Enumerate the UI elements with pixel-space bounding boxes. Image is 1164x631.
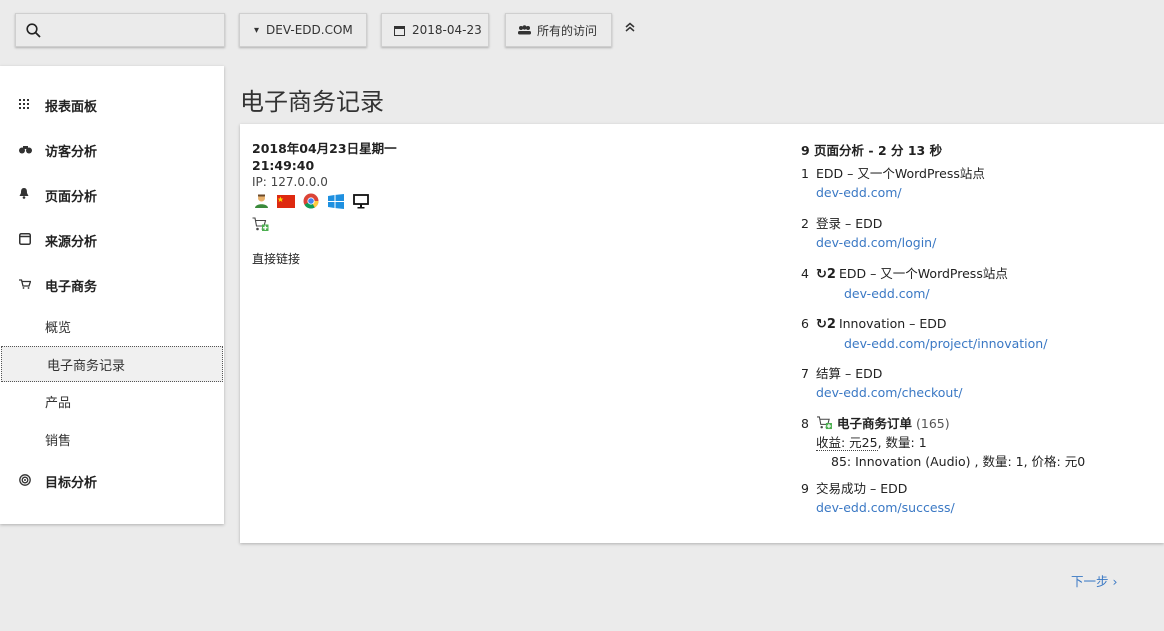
sidebar-subitem-overview[interactable]: 概览 <box>0 308 224 344</box>
visit-datetime: 2018年04月23日星期一 21:49:40 <box>252 140 402 174</box>
action-item: 2 登录 – EDD dev-edd.com/login/ <box>801 214 936 252</box>
sidebar-item-label: 页面分析 <box>45 189 98 205</box>
chrome-icon <box>302 193 320 209</box>
segment-label: 所有的访问 <box>537 23 598 38</box>
sidebar-item-referrers[interactable]: 来源分析 <box>0 222 224 258</box>
visitor-profile-icon[interactable] <box>252 193 270 209</box>
windows-icon <box>327 193 345 209</box>
sidebar-subitem-ecommerce-log[interactable]: 电子商务记录 <box>1 346 223 382</box>
sidebar-item-goals[interactable]: 目标分析 <box>0 463 224 499</box>
visit-time: 21:49:40 <box>252 158 315 173</box>
reload-count: 2 <box>826 267 836 282</box>
reload-icon: ↻2 <box>816 317 836 332</box>
collapse-toggle[interactable] <box>625 22 635 35</box>
segment-selector[interactable]: 所有的访问 <box>505 13 612 47</box>
order-id: (165) <box>916 416 950 431</box>
action-url[interactable]: dev-edd.com/ <box>801 183 985 202</box>
action-title: 登录 – EDD <box>816 216 883 231</box>
order-line-item: 85: Innovation (Audio) , 数量: 1, 价格: 元0 <box>831 454 1086 469</box>
sidebar-item-visitors[interactable]: 访客分析 <box>0 132 224 168</box>
visitor-icons <box>252 193 370 209</box>
bell-icon <box>0 188 45 202</box>
grid-icon <box>0 98 45 112</box>
action-number: 2 <box>801 216 809 231</box>
sidebar: 报表面板 访客分析 页面分析 来源分析 电子商务 概览 电子商务记录 产品 销售… <box>0 66 224 524</box>
referrer-text: 直接链接 <box>252 252 301 266</box>
sidebar-subitem-sales[interactable]: 销售 <box>0 421 224 457</box>
action-number: 4 <box>801 266 809 281</box>
order-revenue: 收益: 元25, 数量: 1 <box>801 433 1085 452</box>
site-label: DEV-EDD.COM <box>266 23 353 37</box>
date-selector[interactable]: 2018-04-23 <box>381 13 489 47</box>
action-url[interactable]: dev-edd.com/login/ <box>801 233 936 252</box>
action-number: 8 <box>801 416 809 431</box>
target-icon <box>0 473 45 489</box>
action-title: Innovation – EDD <box>838 316 947 331</box>
site-selector[interactable]: ▾ DEV-EDD.COM <box>239 13 367 47</box>
action-number: 7 <box>801 366 809 381</box>
order-title: 电子商务订单 <box>837 416 913 431</box>
page-title: 电子商务记录 <box>240 88 384 116</box>
desktop-icon <box>352 193 370 209</box>
action-number: 6 <box>801 316 809 331</box>
users-icon <box>518 25 531 35</box>
date-label: 2018-04-23 <box>412 23 482 37</box>
action-title: 交易成功 – EDD <box>816 481 908 496</box>
visit-date: 2018年04月23日星期一 <box>252 141 397 156</box>
ecommerce-order-item: 8 电子商务订单 (165) 收益: 元25, 数量: 1 85: Innovat… <box>801 414 1085 471</box>
ecommerce-cart-icon <box>252 217 269 236</box>
sidebar-item-label: 目标分析 <box>45 475 98 491</box>
action-item: 9 交易成功 – EDD dev-edd.com/success/ <box>801 479 955 517</box>
cart-icon <box>0 278 45 292</box>
calendar-icon <box>394 25 405 36</box>
action-url[interactable]: dev-edd.com/checkout/ <box>801 383 962 402</box>
action-item: 4 ↻2 EDD – 又一个WordPress站点 dev-edd.com/ <box>801 264 1008 303</box>
action-item: 6 ↻2 Innovation – EDD dev-edd.com/project/… <box>801 314 1047 353</box>
order-quantity: , 数量: 1 <box>877 435 927 450</box>
search-field[interactable] <box>15 13 225 47</box>
action-number: 1 <box>801 166 809 181</box>
window-icon <box>0 232 45 248</box>
actions-summary: 9 页面分析 - 2 分 13 秒 <box>801 143 943 158</box>
action-title: 结算 – EDD <box>816 366 883 381</box>
double-chevron-up-icon <box>625 22 635 32</box>
china-flag-icon <box>277 193 295 209</box>
reload-icon: ↻2 <box>816 267 836 282</box>
action-title: EDD – 又一个WordPress站点 <box>816 166 985 181</box>
sidebar-item-pages[interactable]: 页面分析 <box>0 177 224 213</box>
reload-count: 2 <box>826 317 836 332</box>
action-item: 1 EDD – 又一个WordPress站点 dev-edd.com/ <box>801 164 985 202</box>
sidebar-item-label: 访客分析 <box>45 144 98 160</box>
binoculars-icon <box>0 143 45 157</box>
next-page-link[interactable]: 下一步 › <box>1071 571 1117 590</box>
action-title: EDD – 又一个WordPress站点 <box>838 266 1008 281</box>
sidebar-item-ecommerce[interactable]: 电子商务 <box>0 267 224 303</box>
action-number: 9 <box>801 481 809 496</box>
sidebar-item-label: 来源分析 <box>45 234 98 250</box>
search-icon <box>26 22 41 38</box>
action-item: 7 结算 – EDD dev-edd.com/checkout/ <box>801 364 962 402</box>
action-url[interactable]: dev-edd.com/project/innovation/ <box>801 334 1047 353</box>
sidebar-item-label: 电子商务 <box>45 279 98 295</box>
sidebar-subitem-products[interactable]: 产品 <box>0 383 224 419</box>
action-url[interactable]: dev-edd.com/ <box>801 284 1008 303</box>
revenue-label: 收益: 元25 <box>816 435 878 451</box>
caret-down-icon: ▾ <box>254 24 260 36</box>
sidebar-item-label: 报表面板 <box>45 99 98 115</box>
order-cart-icon <box>817 416 832 430</box>
visit-card: 2018年04月23日星期一 21:49:40 IP: 127.0.0.0 直接… <box>240 124 1164 543</box>
action-url[interactable]: dev-edd.com/success/ <box>801 498 955 517</box>
sidebar-item-dashboard[interactable]: 报表面板 <box>0 87 224 123</box>
visitor-ip: IP: 127.0.0.0 <box>252 175 328 189</box>
